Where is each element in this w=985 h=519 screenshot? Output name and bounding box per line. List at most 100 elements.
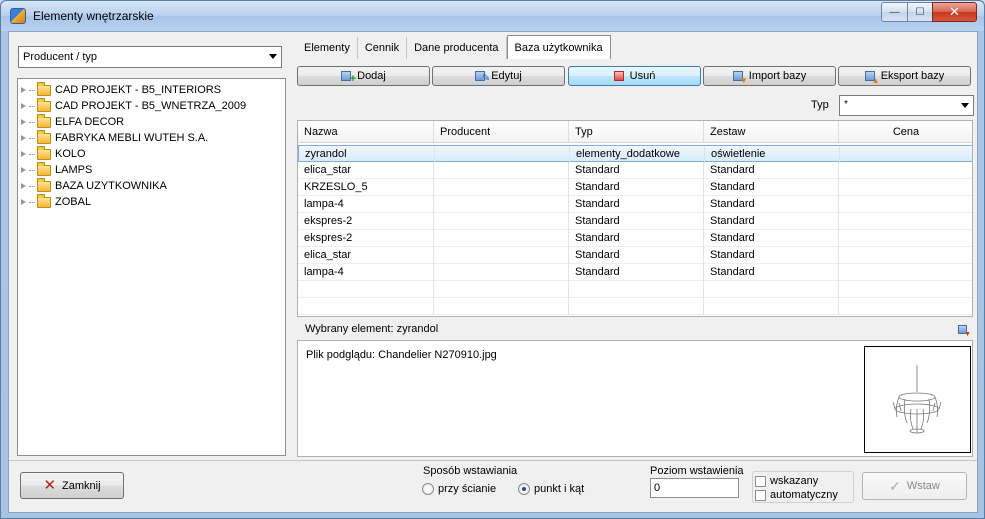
close-button-label: Zamknij [62,479,101,492]
radio-button-selected-icon[interactable] [518,483,530,495]
expand-arrow-icon[interactable] [21,199,26,205]
folder-icon [37,161,51,176]
grid-header: Nazwa Producent Typ Zestaw Cena [298,121,972,143]
tab-user-database[interactable]: Baza użytkownika [506,35,611,59]
radio-button-icon[interactable] [422,483,434,495]
table-row[interactable]: lampa-4 Standard Standard [298,196,972,213]
expand-arrow-icon[interactable] [21,183,26,189]
type-filter-combo[interactable]: * [839,95,974,116]
main-window: Elementy wnętrzarskie — ☐ ✕ Producent / … [0,0,985,519]
tab-producer-data[interactable]: Dane producenta [407,37,507,59]
radio-at-wall[interactable]: przy ścianie [422,483,496,495]
tab-strip: Elementy Cennik Dane producenta Baza uży… [297,35,611,59]
elements-grid[interactable]: Nazwa Producent Typ Zestaw Cena zyrandol… [297,120,973,317]
cell-producer [434,247,569,264]
type-filter-value: * [844,99,848,110]
cell-set: Standard [704,230,839,247]
tree-item-label: CAD PROJEKT - B5_WNETRZA_2009 [55,100,247,112]
checkbox-icon[interactable] [755,489,766,501]
edit-button[interactable]: Edytuj [432,66,565,86]
cell-producer [434,298,569,315]
cell-price [840,146,972,163]
checkbox-automatic[interactable]: automatyczny [755,489,838,501]
add-button[interactable]: Dodaj [297,66,430,86]
add-button-label: Dodaj [357,70,386,82]
tree-item[interactable]: CAD PROJEKT - B5_WNETRZA_2009 [21,97,247,114]
tree-item[interactable]: ZOBAL [21,193,92,210]
table-row[interactable]: zyrandol elementy_dodatkowe oświetlenie [298,145,972,163]
cell-name: lampa-4 [298,196,434,213]
table-row[interactable]: elica_star Standard Standard [298,247,972,264]
table-row[interactable]: lampa-4 Standard Standard [298,264,972,281]
column-header-set[interactable]: Zestaw [704,121,839,143]
type-filter-label: Typ [811,99,829,111]
column-header-producer[interactable]: Producent [434,121,569,143]
tree-item-label: BAZA UZYTKOWNIKA [55,180,167,192]
expand-arrow-icon[interactable] [21,119,26,125]
folder-icon [37,129,51,144]
column-header-type[interactable]: Typ [569,121,704,143]
tree-item[interactable]: BAZA UZYTKOWNIKA [21,177,167,194]
cell-type: Standard [569,213,704,230]
delete-button[interactable]: Usuń [568,66,701,86]
checkbox-icon[interactable] [755,475,766,487]
app-icon [10,8,26,24]
cell-producer [435,146,570,163]
selected-element-text: Wybrany element: zyrandol [305,323,439,335]
edit-button-label: Edytuj [491,70,522,82]
radio-point-and-angle[interactable]: punkt i kąt [518,483,584,495]
producer-type-combo[interactable]: Producent / typ [18,46,282,68]
export-database-button[interactable]: Eksport bazy [838,66,971,86]
tree-item-label: ZOBAL [55,196,92,208]
radio-point-label: punkt i kąt [534,483,585,495]
table-row[interactable] [298,298,972,315]
expand-arrow-icon[interactable] [21,167,26,173]
cell-producer [434,230,569,247]
table-row[interactable]: elica_star Standard Standard [298,162,972,179]
cell-type: Standard [569,179,704,196]
cell-name: ekspres-2 [298,213,434,230]
title-bar[interactable]: Elementy wnętrzarskie — ☐ ✕ [1,1,984,31]
export-button-label: Eksport bazy [880,70,945,82]
minimize-button[interactable]: — [881,2,908,22]
insert-button-label: Wstaw [906,480,940,492]
cell-set: Standard [704,213,839,230]
tree-item[interactable]: FABRYKA MEBLI WUTEH S.A. [21,129,208,146]
cell-price [839,264,972,281]
expand-arrow-icon[interactable] [21,103,26,109]
expand-arrow-icon[interactable] [21,135,26,141]
checkbox-indicated[interactable]: wskazany [755,475,818,487]
expand-arrow-icon[interactable] [21,87,26,93]
table-row[interactable]: ekspres-2 Standard Standard [298,230,972,247]
close-button[interactable]: ✕ Zamknij [20,472,124,499]
tab-elements[interactable]: Elementy [297,37,358,59]
table-row[interactable]: KRZESLO_5 Standard Standard [298,179,972,196]
cell-producer [434,213,569,230]
column-header-price[interactable]: Cena [839,121,972,143]
tree-item[interactable]: CAD PROJEKT - B5_INTERIORS [21,81,221,98]
close-icon: ✕ [43,477,57,494]
cell-price [839,281,972,298]
insert-button[interactable]: ✓ Wstaw [862,472,967,500]
cell-set: Standard [704,162,839,179]
producer-tree[interactable]: CAD PROJEKT - B5_INTERIORS CAD PROJEKT -… [17,78,286,456]
checkbox-automatic-label: automatyczny [770,489,838,501]
close-window-button[interactable]: ✕ [932,2,977,22]
download-icon[interactable] [958,325,971,338]
add-icon [341,71,356,85]
expand-arrow-icon[interactable] [21,151,26,157]
producer-type-combo-value: Producent / typ [23,51,97,63]
tree-item[interactable]: ELFA DECOR [21,113,124,130]
cell-producer [434,264,569,281]
cell-name: ekspres-2 [298,230,434,247]
column-header-name[interactable]: Nazwa [298,121,434,143]
table-row[interactable] [298,281,972,298]
maximize-button[interactable]: ☐ [907,2,933,22]
tab-price-list[interactable]: Cennik [358,37,408,59]
insert-level-input[interactable]: 0 [650,478,739,498]
tree-item[interactable]: KOLO [21,145,86,162]
cell-price [839,298,972,315]
tree-item[interactable]: LAMPS [21,161,92,178]
import-database-button[interactable]: Import bazy [703,66,836,86]
table-row[interactable]: ekspres-2 Standard Standard [298,213,972,230]
